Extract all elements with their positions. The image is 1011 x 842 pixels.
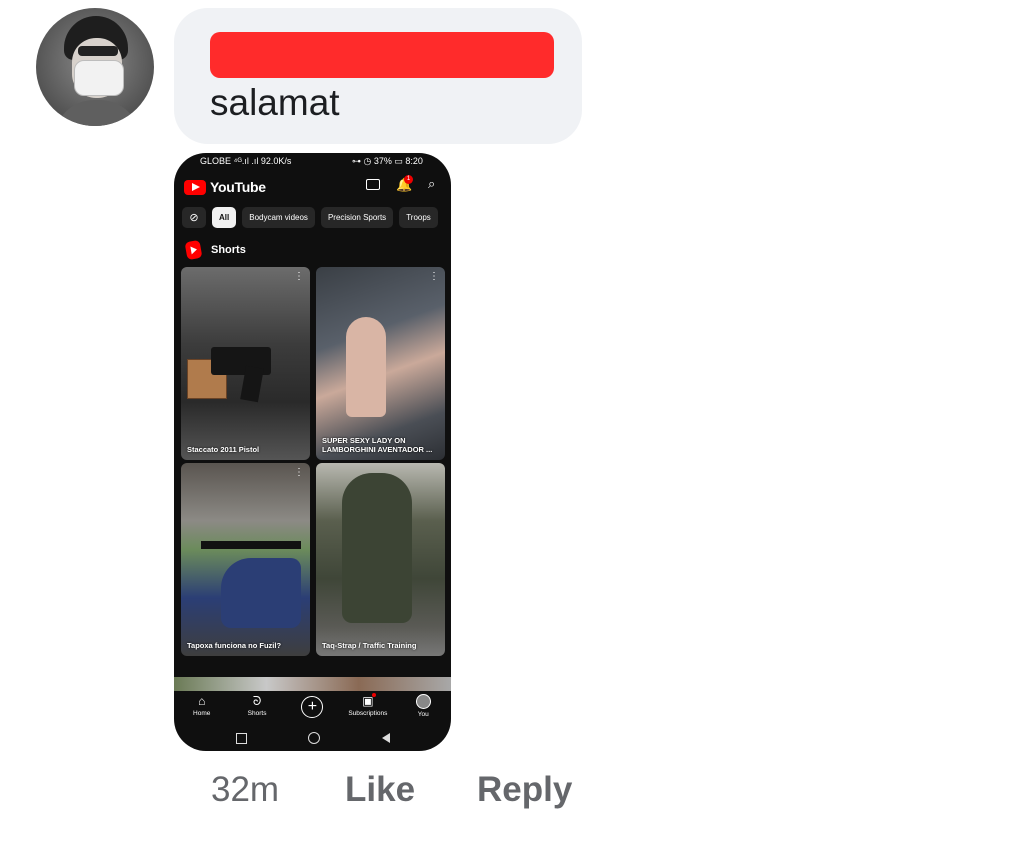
shorts-nav-icon: ᘐ: [252, 694, 262, 708]
avatar-mask: [74, 60, 124, 96]
short-tile[interactable]: ⋮ Staccato 2011 Pistol: [181, 267, 310, 460]
reply-button[interactable]: Reply: [477, 770, 572, 810]
like-button[interactable]: Like: [345, 770, 415, 810]
rifle-graphic: [201, 541, 301, 549]
more-options-icon[interactable]: ⋮: [294, 467, 304, 478]
nav-you[interactable]: You: [398, 694, 448, 718]
status-bar: GLOBE ⁴ᴳ.ıl .ıl 92.0K/s ⊶ ◷ 37% ▭ 8:20: [174, 153, 451, 171]
more-options-icon[interactable]: ⋮: [429, 271, 439, 282]
youtube-logo: YouTube: [184, 177, 266, 197]
shorts-section-title: Shorts: [211, 244, 246, 256]
short-caption: Staccato 2011 Pistol: [187, 445, 260, 454]
comment-timestamp: 32m: [211, 770, 280, 809]
nav-label: Subscriptions: [348, 710, 388, 717]
bottom-nav: ⌂ Home ᘐ Shorts + ▣ Subscriptions You: [174, 691, 451, 725]
chip-bar: ⊘ All Bodycam videos Precision Sports Tr…: [182, 207, 438, 229]
short-tile[interactable]: Taq-Strap / Traffic Training: [316, 463, 445, 656]
short-caption: SUPER SEXY LADY ON LAMBORGHINI AVENTADOR…: [322, 436, 433, 454]
nav-label: Shorts: [247, 710, 267, 717]
shorts-icon: [184, 239, 203, 261]
notification-badge: 1: [404, 175, 413, 184]
status-right: ⊶ ◷ 37% ▭ 8:20: [352, 156, 423, 166]
comment-text: salamat: [210, 82, 340, 123]
next-content-strip: [174, 677, 451, 691]
create-icon: +: [301, 696, 324, 718]
short-caption: Taq-Strap / Traffic Training: [322, 641, 417, 650]
chip-precision-sports[interactable]: Precision Sports: [320, 207, 394, 228]
nav-label: You: [417, 711, 429, 718]
chip-all[interactable]: All: [212, 207, 237, 228]
chip-bodycam-videos[interactable]: Bodycam videos: [242, 207, 315, 228]
chip-troops[interactable]: Troops: [399, 207, 438, 228]
shooter-graphic: [221, 558, 301, 628]
avatar-shirt: [54, 100, 140, 126]
recents-icon[interactable]: [235, 732, 247, 744]
nav-home[interactable]: ⌂ Home: [177, 694, 227, 717]
nav-create[interactable]: +: [287, 694, 337, 718]
more-options-icon[interactable]: ⋮: [294, 271, 304, 282]
nav-subscriptions[interactable]: ▣ Subscriptions: [343, 693, 393, 717]
commenter-avatar[interactable]: [36, 8, 154, 126]
youtube-play-icon: [184, 179, 206, 195]
redacted-name-bar: [210, 32, 554, 78]
short-caption: Tapoxa funciona no Fuzil?: [187, 641, 282, 650]
explore-icon[interactable]: ⊘: [182, 207, 206, 228]
nav-label: Home: [193, 710, 211, 717]
subscriptions-icon: ▣: [362, 693, 376, 708]
status-left: GLOBE ⁴ᴳ.ıl .ıl 92.0K/s: [200, 156, 292, 166]
shorts-section-header: Shorts: [184, 239, 246, 261]
nav-shorts[interactable]: ᘐ Shorts: [232, 694, 282, 717]
search-icon[interactable]: ⌕: [428, 176, 435, 192]
soldier-graphic: [342, 473, 412, 623]
youtube-wordmark: YouTube: [210, 179, 266, 195]
comment-bubble: salamat: [174, 8, 582, 144]
avatar-glasses: [78, 46, 118, 56]
home-icon: ⌂: [198, 694, 206, 708]
attached-screenshot[interactable]: GLOBE ⁴ᴳ.ıl .ıl 92.0K/s ⊶ ◷ 37% ▭ 8:20 Y…: [174, 153, 451, 751]
person-graphic: [346, 317, 386, 417]
you-avatar-icon: [415, 694, 431, 709]
cast-icon[interactable]: [366, 179, 380, 190]
home-button-icon[interactable]: [308, 732, 320, 744]
system-nav-bar: [174, 725, 451, 751]
short-tile[interactable]: ⋮ Tapoxa funciona no Fuzil?: [181, 463, 310, 656]
short-tile[interactable]: ⋮ SUPER SEXY LADY ON LAMBORGHINI AVENTAD…: [316, 267, 445, 460]
back-icon[interactable]: [381, 733, 390, 743]
